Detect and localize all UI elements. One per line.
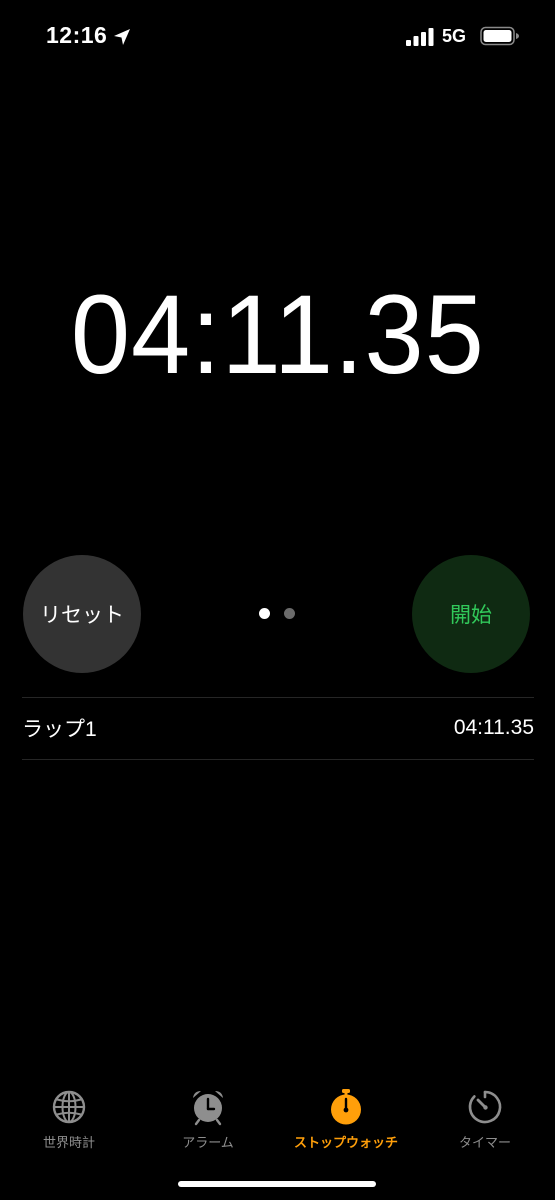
reset-button[interactable]: リセット [23,555,141,673]
lap-label: ラップ1 [22,718,97,741]
tab-label: アラーム [182,1135,234,1150]
elapsed-time: 04:11.35 [70,272,485,397]
start-button[interactable]: 開始 [412,555,530,673]
tab-label: ストップウォッチ [293,1135,398,1150]
start-button-label: 開始 [450,604,492,627]
tab-label: タイマー [458,1135,511,1150]
status-time: 12:16 [46,22,108,48]
tab-alarm[interactable]: アラーム [148,1088,268,1151]
signal-bars-icon [406,28,434,46]
reset-button-label: リセット [40,604,124,627]
page-dot-2 [284,608,295,619]
lap-row: ラップ1 04:11.35 [22,698,534,758]
alarm-clock-icon [193,1091,223,1126]
globe-icon [52,1090,86,1124]
battery-icon [480,26,519,46]
stopwatch-display: 04:11.35 [0,270,555,400]
network-label: 5G [442,26,467,46]
lap-divider-bottom [22,759,534,760]
tab-world-clock[interactable]: 世界時計 [9,1088,129,1151]
page-indicator[interactable] [259,608,295,619]
timer-icon [468,1090,502,1124]
tab-label: 世界時計 [42,1135,95,1150]
home-indicator[interactable] [178,1181,376,1187]
stopwatch-icon [331,1089,361,1125]
tab-timer[interactable]: タイマー [425,1088,545,1151]
tab-stopwatch[interactable]: ストップウォッチ [286,1088,406,1151]
location-arrow-icon [114,29,130,45]
lap-time: 04:11.35 [453,716,534,739]
page-dot-1 [259,608,270,619]
